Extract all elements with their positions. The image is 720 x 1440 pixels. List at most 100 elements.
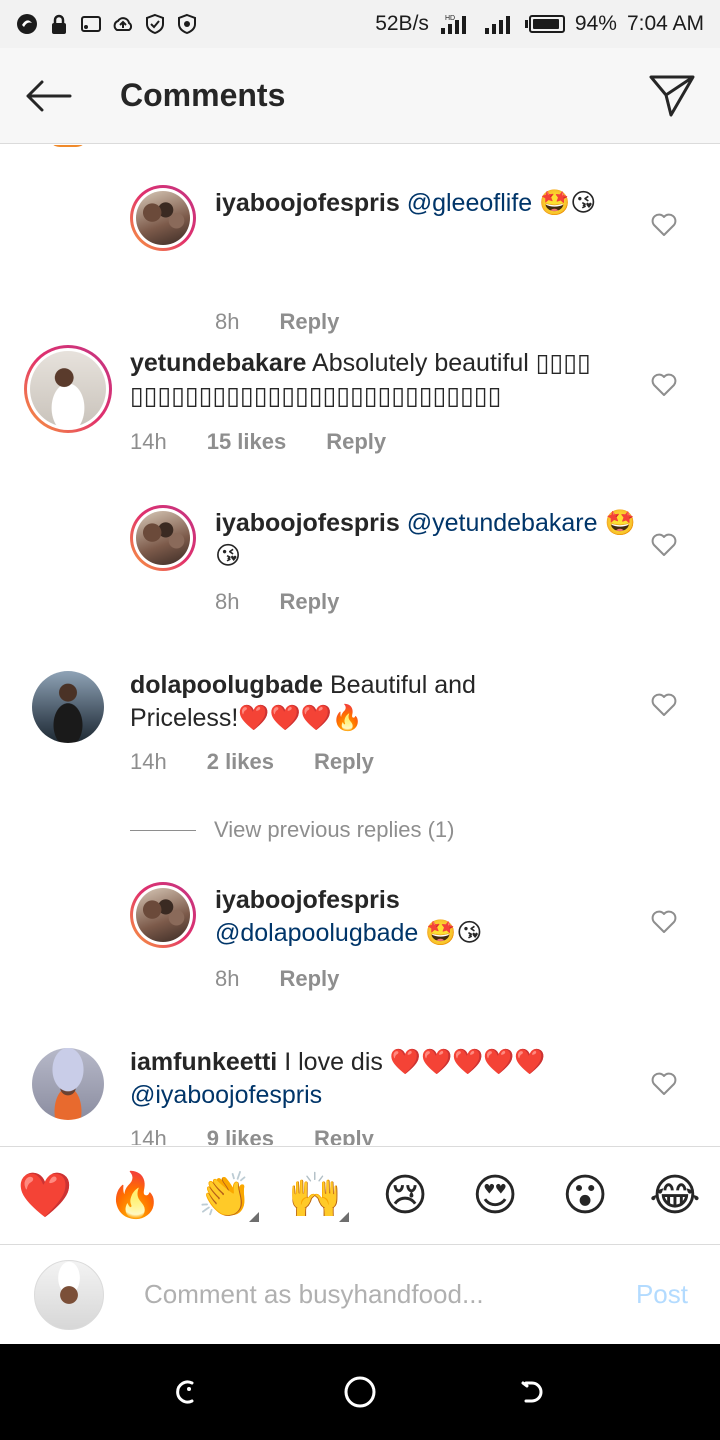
- comment-time: 14h: [130, 1126, 167, 1145]
- emoji-surprised-button[interactable]: 😮: [555, 1173, 615, 1218]
- heart-icon[interactable]: [650, 908, 678, 936]
- back-button[interactable]: [0, 48, 96, 144]
- avatar[interactable]: [24, 345, 112, 433]
- signal-icon: [484, 16, 510, 34]
- reply-button[interactable]: Reply: [279, 589, 339, 615]
- page-title: Comments: [120, 77, 286, 113]
- avatar[interactable]: [32, 671, 104, 743]
- signal-hd-icon: HD: [440, 15, 466, 34]
- emoji-clap: 👏: [197, 1170, 253, 1220]
- comment-body: I love dis: [284, 1048, 383, 1076]
- comment-username[interactable]: iyaboojofespris: [215, 509, 400, 537]
- comment-meta: 14h 2 likes Reply: [130, 749, 414, 775]
- previous-avatar-edge: [48, 145, 88, 147]
- comment-likes[interactable]: 9 likes: [207, 1126, 274, 1145]
- comment-time: 8h: [215, 309, 240, 334]
- emoji-heart-button[interactable]: ❤️: [15, 1173, 75, 1218]
- comment-meta: 8h Reply: [215, 589, 379, 615]
- comment-meta: 8h Reply: [215, 966, 379, 992]
- battery-icon: [524, 15, 565, 33]
- comment-input[interactable]: [144, 1279, 584, 1310]
- comment-mention[interactable]: @yetundebakare: [407, 509, 598, 537]
- comment-likes[interactable]: 15 likes: [207, 429, 287, 455]
- emoji-laugh-button[interactable]: 😂: [645, 1173, 705, 1218]
- reply-button[interactable]: Reply: [279, 966, 339, 992]
- comment-text: dolapoolugbade Beautiful and Priceless!❤…: [130, 669, 550, 735]
- battery-fill: [532, 19, 560, 29]
- avatar[interactable]: [130, 882, 196, 948]
- reply-button[interactable]: Reply: [314, 1126, 374, 1145]
- share-button[interactable]: [624, 48, 720, 144]
- home-button[interactable]: [330, 1362, 390, 1422]
- comment-likes[interactable]: 2 likes: [207, 749, 274, 775]
- heart-icon[interactable]: [650, 531, 678, 559]
- back-nav-icon: [521, 1381, 543, 1403]
- avatar[interactable]: [32, 1048, 104, 1120]
- cloud-upload-icon: [113, 17, 133, 31]
- comment-text: iyaboojofespris @dolapoolugbade 🤩😘: [215, 884, 645, 950]
- comment-time: 8h: [215, 589, 240, 614]
- current-user-avatar: [34, 1259, 104, 1330]
- emoji-fire-button[interactable]: 🔥: [105, 1173, 165, 1218]
- svg-text:HD: HD: [445, 15, 455, 22]
- skin-tone-indicator: [339, 1211, 349, 1222]
- shield-icon: [146, 13, 164, 35]
- comment-username[interactable]: iamfunkeetti: [130, 1048, 277, 1076]
- recent-apps-icon: [175, 1380, 194, 1404]
- reply-button[interactable]: Reply: [279, 309, 339, 335]
- comment-emojis: 🤩😘: [539, 189, 597, 217]
- heart-icon[interactable]: [650, 691, 678, 719]
- emoji-raised-hands: 🙌: [287, 1170, 343, 1220]
- arrow-left-icon: [26, 80, 72, 111]
- emoji-heart-eyes-button[interactable]: 😍: [465, 1173, 525, 1218]
- comment-username[interactable]: yetundebakare: [130, 349, 306, 377]
- comment-meta: 8h Reply: [215, 309, 379, 335]
- comment-text: iyaboojofespris @yetundebakare 🤩😘: [215, 507, 645, 573]
- heart-icon[interactable]: [650, 1070, 678, 1098]
- net-speed: 52B/s: [375, 12, 429, 35]
- avatar[interactable]: [130, 505, 196, 571]
- comment-username[interactable]: iyaboojofespris: [215, 189, 400, 217]
- skin-tone-indicator: [249, 1211, 259, 1222]
- emoji-cry-button[interactable]: 😢: [375, 1173, 435, 1218]
- comment-emojis: ❤️❤️❤️🔥: [238, 704, 363, 732]
- status-bar: 52B/s HD 94% 7:04 AM: [0, 0, 720, 48]
- comment-meta: 14h 15 likes Reply: [130, 429, 426, 455]
- divider-line: [130, 829, 196, 831]
- reply-button[interactable]: Reply: [326, 429, 386, 455]
- system-nav-bar: [0, 1344, 720, 1440]
- comment-emojis: ❤️❤️❤️❤️❤️: [389, 1048, 546, 1076]
- lock-icon: [52, 14, 66, 34]
- comment-username[interactable]: iyaboojofespris: [215, 886, 400, 914]
- heart-icon[interactable]: [650, 371, 678, 399]
- comment-mention[interactable]: @gleeoflife: [407, 189, 532, 217]
- recent-apps-button[interactable]: [157, 1362, 217, 1422]
- comment-username[interactable]: dolapoolugbade: [130, 671, 323, 699]
- back-nav-button[interactable]: [503, 1362, 563, 1422]
- battery-percent: 94%: [574, 12, 617, 35]
- reply-button[interactable]: Reply: [314, 749, 374, 775]
- view-previous-replies[interactable]: View previous replies (1): [130, 817, 454, 843]
- comment-meta: 14h 9 likes Reply: [130, 1126, 414, 1145]
- emoji-clap-button[interactable]: 👏: [195, 1170, 259, 1222]
- post-button[interactable]: Post: [636, 1279, 688, 1310]
- comment-time: 14h: [130, 749, 167, 774]
- comment-mention[interactable]: @dolapoolugbade: [215, 919, 418, 947]
- comment-time: 8h: [215, 966, 240, 991]
- view-previous-label[interactable]: View previous replies (1): [214, 817, 454, 843]
- heart-icon[interactable]: [650, 211, 678, 239]
- status-icons-right: 52B/s HD 94% 7:04 AM: [375, 12, 704, 36]
- comment-emojis: 🤩😘: [425, 919, 483, 947]
- comment-time: 14h: [130, 429, 167, 454]
- status-icons-left: [16, 13, 198, 35]
- send-icon: [649, 75, 695, 116]
- comments-list[interactable]: iyaboojofespris @gleeoflife 🤩😘 8h Reply …: [0, 145, 720, 1145]
- quick-emoji-bar: ❤️ 🔥 👏 🙌 😢 😍 😮 😂: [0, 1146, 720, 1244]
- comment-input-bar: Post: [0, 1244, 720, 1344]
- emoji-raised-hands-button[interactable]: 🙌: [285, 1170, 349, 1222]
- header: Comments: [0, 48, 720, 144]
- comment-text: yetundebakare Absolutely beautiful ▯▯▯▯ …: [130, 347, 630, 413]
- comment-mention[interactable]: @iyaboojofespris: [130, 1081, 322, 1109]
- avatar[interactable]: [130, 185, 196, 251]
- comment-text: iamfunkeetti I love dis ❤️❤️❤️❤️❤️ @iyab…: [130, 1046, 600, 1112]
